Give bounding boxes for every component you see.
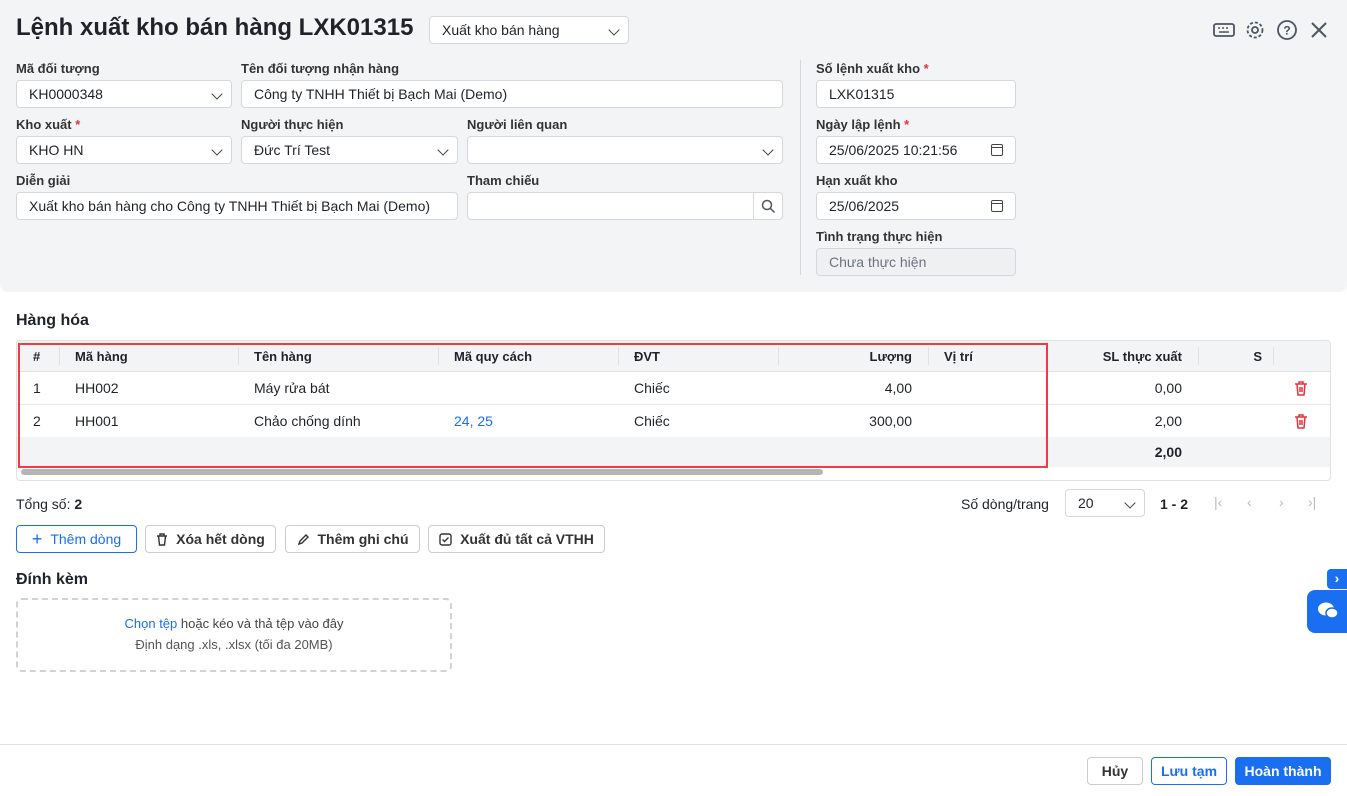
goods-section-title: Hàng hóa bbox=[16, 312, 89, 329]
cancel-button[interactable]: Hủy bbox=[1087, 757, 1143, 785]
chat-button[interactable] bbox=[1307, 590, 1347, 633]
total-value: 2 bbox=[74, 496, 83, 512]
total-label: Tổng số: bbox=[16, 496, 71, 512]
chevron-down-icon bbox=[211, 144, 223, 156]
attach-section-title: Đính kèm bbox=[16, 571, 89, 588]
add-row-button[interactable]: + Thêm dòng bbox=[16, 525, 137, 553]
label-ngay-lap: Ngày lập lệnh * bbox=[816, 117, 909, 132]
export-all-button[interactable]: Xuất đủ tất cả VTHH bbox=[428, 525, 605, 553]
trash-icon bbox=[157, 532, 168, 546]
page-size-label: Số dòng/trang bbox=[961, 496, 1049, 512]
add-note-button[interactable]: Thêm ghi chú bbox=[285, 525, 420, 553]
first-page-icon[interactable]: |‹ bbox=[1214, 494, 1222, 510]
file-dropzone[interactable]: Chọn tệp hoặc kéo và thả tệp vào đây Địn… bbox=[16, 598, 452, 672]
chat-icon bbox=[1318, 602, 1339, 619]
label: Thêm ghi chú bbox=[317, 531, 409, 547]
highlight-box bbox=[18, 343, 1048, 468]
label-nguoi-lien-quan: Người liên quan bbox=[467, 117, 568, 132]
ma-doi-tuong-select[interactable]: KH0000348 bbox=[16, 80, 232, 108]
required-mark: * bbox=[904, 117, 910, 132]
col-s[interactable]: S bbox=[1198, 341, 1278, 371]
calendar-icon[interactable] bbox=[991, 200, 1003, 212]
page-title: Lệnh xuất kho bán hàng LXK01315 bbox=[16, 14, 414, 41]
calendar-icon[interactable] bbox=[991, 144, 1003, 156]
search-button[interactable] bbox=[753, 193, 782, 219]
plus-icon: + bbox=[31, 528, 43, 549]
trash-icon[interactable] bbox=[1294, 414, 1308, 429]
col-divider bbox=[1273, 347, 1274, 365]
kho-xuat-select[interactable]: KHO HN bbox=[16, 136, 232, 164]
checkbox-icon bbox=[439, 532, 452, 546]
value: 20 bbox=[1078, 495, 1094, 511]
label: Xóa hết dòng bbox=[176, 531, 265, 547]
ngay-lap-datepicker[interactable]: 25/06/2025 10:21:56 bbox=[816, 136, 1016, 164]
label-nguoi-thuc-hien: Người thực hiện bbox=[241, 117, 344, 132]
horizontal-scrollbar[interactable] bbox=[21, 469, 823, 475]
value: 25/06/2025 bbox=[829, 198, 900, 214]
close-icon[interactable] bbox=[1310, 21, 1328, 39]
svg-text:?: ? bbox=[1283, 24, 1290, 38]
label-so-lenh: Số lệnh xuất kho * bbox=[816, 61, 929, 76]
chevron-down-icon bbox=[762, 144, 774, 156]
col-actual[interactable]: SL thực xuất bbox=[1048, 341, 1198, 371]
next-page-icon[interactable]: › bbox=[1279, 494, 1284, 510]
prev-page-icon[interactable]: ‹ bbox=[1247, 494, 1252, 510]
han-xuat-datepicker[interactable]: 25/06/2025 bbox=[816, 192, 1016, 220]
page-range: 1 - 2 bbox=[1160, 496, 1189, 512]
value: KH0000348 bbox=[29, 86, 103, 102]
value: KHO HN bbox=[29, 142, 84, 158]
keyboard-icon[interactable] bbox=[1213, 21, 1235, 39]
collapse-panel-icon[interactable]: › bbox=[1327, 569, 1347, 589]
label-text: Số lệnh xuất kho bbox=[816, 61, 921, 76]
drag-text: hoặc kéo và thả tệp vào đây bbox=[177, 616, 344, 631]
chevron-down-icon bbox=[608, 24, 620, 36]
label-ten-doi-tuong: Tên đối tượng nhận hàng bbox=[241, 61, 400, 76]
search-icon bbox=[761, 199, 776, 214]
format-hint: Định dạng .xls, .xlsx (tối đa 20MB) bbox=[135, 637, 333, 652]
label: Thêm dòng bbox=[50, 531, 122, 547]
last-page-icon[interactable]: ›| bbox=[1308, 494, 1316, 510]
gear-icon[interactable] bbox=[1244, 19, 1266, 41]
total-actual: 2,00 bbox=[1154, 444, 1182, 460]
label-text: Ngày lập lệnh bbox=[816, 117, 901, 132]
label-kho-xuat: Kho xuất * bbox=[16, 117, 80, 132]
save-draft-button[interactable]: Lưu tạm bbox=[1151, 757, 1227, 785]
required-mark: * bbox=[75, 117, 81, 132]
chevron-down-icon bbox=[437, 144, 449, 156]
page-size-select[interactable]: 20 bbox=[1065, 489, 1145, 517]
finish-button[interactable]: Hoàn thành bbox=[1235, 757, 1331, 785]
col-divider bbox=[1198, 347, 1199, 365]
type-select[interactable]: Xuất kho bán hàng bbox=[429, 16, 629, 44]
total-count: Tổng số: 2 bbox=[16, 496, 82, 512]
footer-divider bbox=[0, 744, 1347, 745]
cell-actual[interactable]: 2,00 bbox=[1048, 405, 1198, 437]
trash-icon[interactable] bbox=[1294, 381, 1308, 396]
ten-doi-tuong-input[interactable]: Công ty TNHH Thiết bị Bạch Mai (Demo) bbox=[241, 80, 783, 108]
nguoi-lien-quan-select[interactable] bbox=[467, 136, 783, 164]
dien-giai-input[interactable]: Xuất kho bán hàng cho Công ty TNHH Thiết… bbox=[16, 192, 458, 220]
tham-chieu-input[interactable] bbox=[467, 192, 783, 220]
type-select-value: Xuất kho bán hàng bbox=[442, 22, 560, 38]
label-han-xuat: Hạn xuất kho bbox=[816, 173, 898, 188]
cell-actual[interactable]: 0,00 bbox=[1048, 372, 1198, 404]
value: 25/06/2025 10:21:56 bbox=[829, 142, 958, 158]
label-tinh-trang: Tình trạng thực hiện bbox=[816, 229, 943, 244]
chevron-down-icon bbox=[1124, 497, 1136, 509]
label-tham-chieu: Tham chiếu bbox=[467, 173, 540, 188]
choose-file-link[interactable]: Chọn tệp bbox=[125, 616, 178, 631]
value: Đức Trí Test bbox=[254, 142, 331, 158]
label: Xuất đủ tất cả VTHH bbox=[460, 531, 594, 547]
so-lenh-input[interactable]: LXK01315 bbox=[816, 80, 1016, 108]
chevron-down-icon bbox=[211, 88, 223, 100]
label-ma-doi-tuong: Mã đối tượng bbox=[16, 61, 100, 76]
label-text: Kho xuất bbox=[16, 117, 72, 132]
pencil-icon bbox=[297, 533, 309, 545]
delete-all-rows-button[interactable]: Xóa hết dòng bbox=[145, 525, 276, 553]
label-dien-giai: Diễn giải bbox=[16, 173, 71, 188]
divider bbox=[800, 60, 801, 275]
nguoi-thuc-hien-select[interactable]: Đức Trí Test bbox=[241, 136, 458, 164]
required-mark: * bbox=[923, 61, 929, 76]
tinh-trang-field: Chưa thực hiện bbox=[816, 248, 1016, 276]
help-icon[interactable]: ? bbox=[1276, 19, 1298, 41]
